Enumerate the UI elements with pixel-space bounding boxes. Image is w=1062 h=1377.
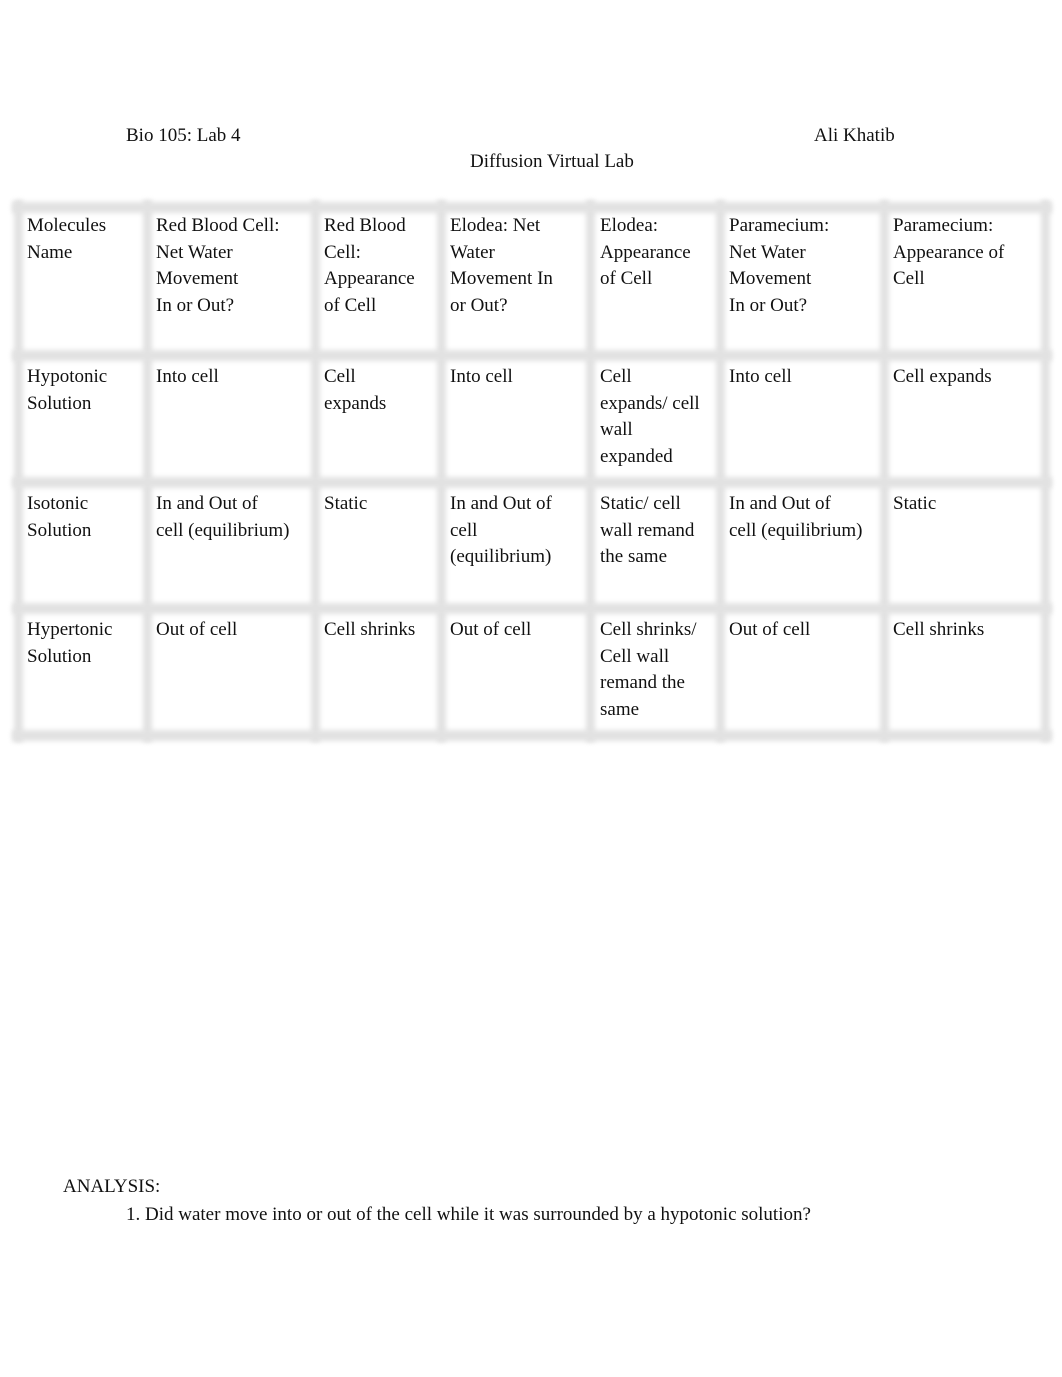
table-column-border xyxy=(437,200,446,742)
table-cell: In and Out of cell (equilibrium) xyxy=(156,493,290,541)
table-column-border xyxy=(716,200,725,742)
table-cell: Into cell xyxy=(729,366,792,387)
table-row-border xyxy=(12,477,1052,488)
table-header-cell: Elodea: Net Water Movement In or Out? xyxy=(450,215,553,316)
table-column-border xyxy=(311,200,320,742)
document-title: Diffusion Virtual Lab xyxy=(470,151,634,172)
table-column-border xyxy=(1041,200,1050,742)
table-cell: In and Out of cell (equilibrium) xyxy=(450,493,552,567)
table-column-border xyxy=(143,200,152,742)
table-cell: Into cell xyxy=(450,366,513,387)
table-cell: Cell expands/ cell wall expanded xyxy=(600,366,700,467)
table-cell: Out of cell xyxy=(156,619,238,640)
table-cell: Cell shrinks/ Cell wall remand the same xyxy=(600,619,697,720)
table-column-border xyxy=(14,200,23,742)
table-column-border xyxy=(880,200,889,742)
table-row-border xyxy=(12,730,1052,741)
table-cell: Out of cell xyxy=(729,619,811,640)
table-header-cell: Paramecium: Appearance of Cell xyxy=(893,215,1005,289)
table-row-border xyxy=(12,202,1052,213)
table-cell: Static/ cell wall remand the same xyxy=(600,493,695,567)
table-cell: In and Out of cell (equilibrium) xyxy=(729,493,863,541)
table-column-border xyxy=(586,200,595,742)
results-table: Molecules Name Red Blood Cell: Net Water … xyxy=(12,200,1052,742)
table-cell: Cell shrinks xyxy=(324,619,416,640)
table-cell: Static xyxy=(324,493,368,514)
author-name: Ali Khatib xyxy=(814,125,895,146)
table-header-cell: Molecules Name xyxy=(27,215,107,263)
table-cell: Into cell xyxy=(156,366,219,387)
table-row-border xyxy=(12,603,1052,614)
table-row-label: Hypotonic Solution xyxy=(27,366,108,414)
table-cell: Cell expands xyxy=(893,366,992,387)
table-row-label: Isotonic Solution xyxy=(27,493,92,541)
table-header-cell: Paramecium: Net Water Movement In or Out… xyxy=(729,215,830,316)
table-cell: Cell shrinks xyxy=(893,619,985,640)
table-header-cell: Elodea: Appearance of Cell xyxy=(600,215,691,289)
analysis-question-1: 1. Did water move into or out of the cel… xyxy=(126,1204,811,1225)
table-cell: Cell expands xyxy=(324,366,387,414)
table-header-cell: Red Blood Cell: Net Water Movement In or… xyxy=(156,215,280,316)
analysis-heading: ANALYSIS: xyxy=(63,1176,161,1197)
table-row-label: Hypertonic Solution xyxy=(27,619,113,667)
table-cell: Static xyxy=(893,493,937,514)
table-cell: Out of cell xyxy=(450,619,532,640)
table-header-cell: Red Blood Cell: Appearance of Cell xyxy=(324,215,415,316)
course-label: Bio 105: Lab 4 xyxy=(126,125,241,146)
table-row-border xyxy=(12,350,1052,361)
